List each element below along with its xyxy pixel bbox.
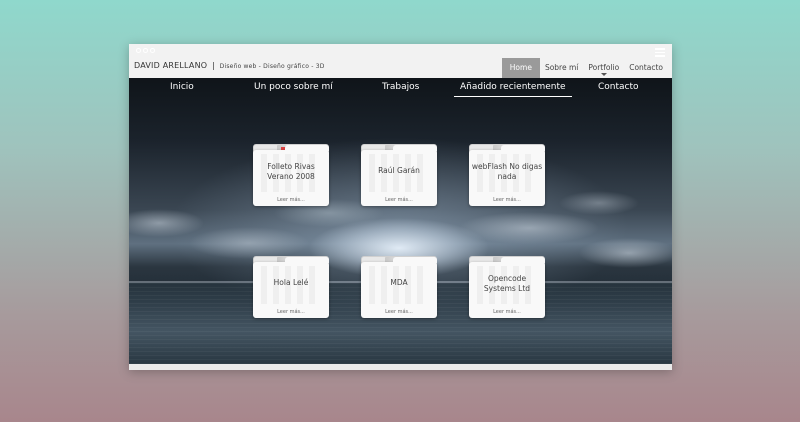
brand-separator: |: [212, 61, 215, 70]
main-nav-contacto[interactable]: Contacto: [598, 82, 639, 92]
folder-title: Raúl Garán: [378, 166, 420, 175]
window-dot[interactable]: [143, 48, 148, 53]
top-nav: Home Sobre mí Portfolio Contacto: [501, 58, 668, 78]
top-nav-portfolio-label: Portfolio: [588, 63, 620, 72]
read-more-link[interactable]: Leer más...: [253, 309, 329, 315]
folder-icon: Folleto Rivas Verano 2008 Leer más...: [253, 145, 329, 206]
folder-icon: webFlash No digas nada Leer más...: [469, 145, 545, 206]
folder-raul-garan[interactable]: Raúl Garán Leer más...: [361, 144, 437, 206]
dropdown-caret-icon: [600, 73, 607, 76]
browser-window: DAVID ARELLANO | Diseño web - Diseño grá…: [129, 44, 672, 370]
hamburger-menu-icon[interactable]: [655, 48, 665, 59]
top-nav-sobre-mi[interactable]: Sobre mí: [540, 58, 583, 78]
folder-icon: Hola Lelé Leer más...: [253, 257, 329, 318]
main-nav-recientes[interactable]: Añadido recientemente: [454, 82, 572, 97]
main-nav-sobre-mi[interactable]: Un poco sobre mí: [254, 82, 333, 92]
status-bar: [129, 364, 672, 370]
read-more-link[interactable]: Leer más...: [361, 197, 437, 203]
folder-webflash[interactable]: webFlash No digas nada Leer más...: [469, 144, 545, 206]
main-nav: Inicio Un poco sobre mí Trabajos Añadido…: [129, 78, 672, 100]
read-more-link[interactable]: Leer más...: [253, 197, 329, 203]
read-more-link[interactable]: Leer más...: [469, 309, 545, 315]
window-dot[interactable]: [150, 48, 155, 53]
brand-tagline: Diseño web - Diseño gráfico - 3D: [219, 63, 325, 70]
folder-title: Hola Lelé: [273, 278, 309, 287]
folder-icon: MDA Leer más...: [361, 257, 437, 318]
site-header: DAVID ARELLANO | Diseño web - Diseño grá…: [129, 58, 672, 78]
folder-icon: Opencode Systems Ltd Leer más...: [469, 257, 545, 318]
top-nav-home[interactable]: Home: [501, 58, 540, 78]
read-more-link[interactable]: Leer más...: [469, 197, 545, 203]
folder-title: Opencode Systems Ltd: [483, 274, 531, 293]
folder-mda[interactable]: MDA Leer más...: [361, 256, 437, 318]
window-dots-icon[interactable]: [136, 48, 155, 53]
folder-title: Folleto Rivas Verano 2008: [267, 162, 315, 181]
brand[interactable]: DAVID ARELLANO | Diseño web - Diseño grá…: [134, 61, 325, 70]
hero-background: Inicio Un poco sobre mí Trabajos Añadido…: [129, 78, 672, 364]
folder-title: MDA: [390, 278, 408, 287]
folder-hola-lele[interactable]: Hola Lelé Leer más...: [253, 256, 329, 318]
top-nav-contacto[interactable]: Contacto: [624, 58, 668, 78]
main-nav-trabajos[interactable]: Trabajos: [382, 82, 419, 92]
folder-folleto-rivas[interactable]: Folleto Rivas Verano 2008 Leer más...: [253, 144, 329, 206]
brand-name: DAVID ARELLANO: [134, 61, 208, 70]
window-dot[interactable]: [136, 48, 141, 53]
main-nav-inicio[interactable]: Inicio: [170, 82, 194, 92]
folder-title: webFlash No digas nada: [471, 162, 543, 181]
title-bar: [129, 44, 672, 58]
folder-icon: Raúl Garán Leer más...: [361, 145, 437, 206]
folder-opencode[interactable]: Opencode Systems Ltd Leer más...: [469, 256, 545, 318]
read-more-link[interactable]: Leer más...: [361, 309, 437, 315]
top-nav-portfolio[interactable]: Portfolio: [583, 58, 624, 78]
